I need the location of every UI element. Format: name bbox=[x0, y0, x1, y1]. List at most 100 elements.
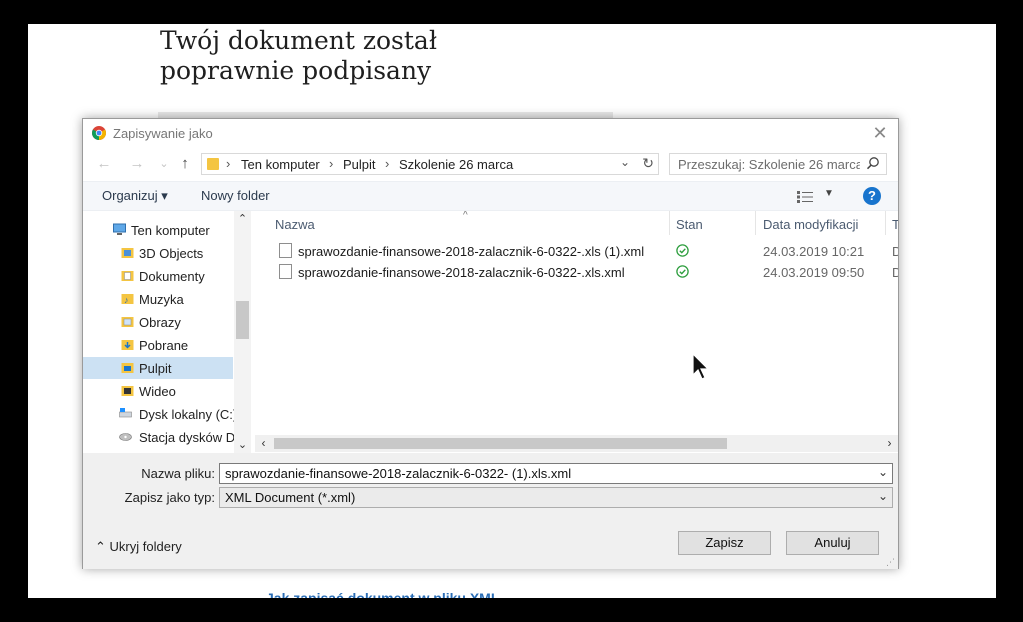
chevron-up-icon: ⌃ bbox=[95, 539, 106, 554]
nav-item-desktop[interactable]: Pulpit bbox=[83, 357, 233, 379]
local-disk-icon bbox=[119, 408, 132, 418]
filetype-label: Zapisz jako typ: bbox=[124, 490, 215, 505]
save-button[interactable]: Zapisz bbox=[678, 531, 771, 555]
hide-folders-label: Ukryj foldery bbox=[109, 539, 182, 554]
nav-item-drive[interactable]: Stacja dysków D bbox=[83, 426, 236, 448]
documents-icon bbox=[121, 271, 134, 281]
file-icon bbox=[279, 243, 292, 258]
navigation-pane-scrollbar[interactable]: ⌃ ⌄ bbox=[234, 211, 251, 453]
search-icon[interactable] bbox=[866, 156, 880, 170]
drive-icon bbox=[119, 433, 132, 441]
svg-text:♪: ♪ bbox=[124, 295, 129, 305]
nav-item-label: Dokumenty bbox=[139, 269, 205, 284]
address-dropdown-chevron-icon[interactable]: ⌄ bbox=[620, 155, 630, 169]
close-icon: ✕ bbox=[872, 123, 888, 143]
nav-item-3d-objects[interactable]: 3D Objects bbox=[83, 242, 233, 264]
dialog-footer: Nazwa pliku: ⌄ Zapisz jako typ: XML Docu… bbox=[83, 453, 898, 569]
file-row[interactable]: sprawozdanie-finansowe-2018-zalacznik-6-… bbox=[271, 262, 898, 282]
scroll-up-icon[interactable]: ⌃ bbox=[234, 211, 251, 227]
filename-label: Nazwa pliku: bbox=[141, 466, 215, 481]
nav-item-music[interactable]: ♪ Muzyka bbox=[83, 288, 233, 310]
nav-item-documents[interactable]: Dokumenty bbox=[83, 265, 233, 287]
video-icon bbox=[121, 386, 134, 396]
nav-item-video[interactable]: Wideo bbox=[83, 380, 233, 402]
mouse-pointer-icon bbox=[692, 353, 710, 380]
sort-ascending-icon: ^ bbox=[463, 211, 468, 221]
nav-item-label: Pulpit bbox=[139, 361, 172, 376]
up-arrow-icon[interactable]: ↑ bbox=[176, 155, 194, 173]
filetype-select[interactable]: XML Document (*.xml) ⌄ bbox=[219, 487, 893, 508]
scroll-down-icon[interactable]: ⌄ bbox=[234, 437, 251, 453]
file-type: D bbox=[892, 244, 898, 259]
scroll-right-icon[interactable]: › bbox=[881, 435, 898, 452]
dialog-title: Zapisywanie jako bbox=[113, 126, 213, 141]
column-divider[interactable] bbox=[885, 211, 886, 235]
recent-locations-chevron-icon[interactable]: ⌄ bbox=[155, 155, 173, 173]
page-heading-line-2: poprawnie podpisany bbox=[160, 56, 432, 85]
save-as-dialog: Zapisywanie jako ✕ ← → ⌄ ↑ › Ten kompute… bbox=[82, 118, 899, 569]
column-header-status[interactable]: Stan bbox=[676, 217, 703, 232]
column-divider[interactable] bbox=[755, 211, 756, 235]
close-button[interactable]: ✕ bbox=[870, 123, 890, 143]
search-box[interactable] bbox=[669, 153, 887, 175]
nav-item-label: Pobrane bbox=[139, 338, 189, 353]
view-options-icon[interactable] bbox=[797, 191, 813, 203]
file-list: ^ Nazwa Stan Data modyfikacji T sprawozd… bbox=[255, 211, 898, 453]
file-name: sprawozdanie-finansowe-2018-zalacznik-6-… bbox=[298, 265, 625, 280]
forward-arrow-icon[interactable]: → bbox=[128, 155, 146, 173]
file-icon bbox=[279, 264, 292, 279]
column-divider[interactable] bbox=[669, 211, 670, 235]
folder-icon bbox=[207, 158, 219, 170]
file-type: D bbox=[892, 265, 898, 280]
column-header-type[interactable]: T bbox=[892, 217, 898, 232]
file-name: sprawozdanie-finansowe-2018-zalacznik-6-… bbox=[298, 244, 645, 259]
nav-item-label: Ten komputer bbox=[131, 223, 210, 238]
new-folder-button[interactable]: Nowy folder bbox=[201, 188, 270, 203]
breadcrumb-desktop[interactable]: Pulpit bbox=[343, 157, 376, 172]
nav-item-local-disk[interactable]: Dysk lokalny (C:) bbox=[83, 403, 237, 425]
dialog-titlebar: Zapisywanie jako ✕ bbox=[83, 119, 898, 147]
back-arrow-icon[interactable]: ← bbox=[95, 155, 113, 173]
navigation-pane: Ten komputer 3D Objects Dokumenty ♪ Muzy… bbox=[83, 211, 251, 453]
nav-item-label: 3D Objects bbox=[139, 246, 204, 261]
breadcrumb-separator-icon: › bbox=[226, 156, 231, 171]
column-header-date-modified[interactable]: Data modyfikacji bbox=[763, 217, 858, 232]
search-input[interactable] bbox=[670, 154, 860, 174]
nav-item-this-pc[interactable]: Ten komputer bbox=[83, 219, 233, 241]
page-heading-line-1: Twój dokument został bbox=[160, 26, 437, 55]
filename-combobox[interactable]: ⌄ bbox=[219, 463, 893, 484]
nav-item-downloads[interactable]: Pobrane bbox=[83, 334, 233, 356]
refresh-icon[interactable]: ↻ bbox=[642, 155, 654, 172]
nav-item-label: Dysk lokalny (C:) bbox=[139, 407, 238, 422]
pictures-icon bbox=[121, 317, 134, 327]
downloads-icon bbox=[121, 340, 134, 350]
navigation-row: ← → ⌄ ↑ › Ten komputer › Pulpit › Szkole… bbox=[83, 151, 898, 177]
nav-item-label: Stacja dysków D bbox=[139, 430, 236, 445]
filetype-dropdown-chevron-icon[interactable]: ⌄ bbox=[878, 489, 888, 503]
scroll-left-icon[interactable]: ‹ bbox=[255, 435, 272, 452]
file-list-horizontal-scrollbar[interactable]: ‹ › bbox=[255, 435, 898, 452]
organize-button[interactable]: Organizuj ▾ bbox=[102, 188, 168, 204]
hide-folders-button[interactable]: ⌃ Ukryj foldery bbox=[95, 539, 182, 555]
address-bar[interactable]: › Ten komputer › Pulpit › Szkolenie 26 m… bbox=[201, 153, 659, 175]
nav-item-pictures[interactable]: Obrazy bbox=[83, 311, 233, 333]
column-header-name[interactable]: Nazwa bbox=[275, 217, 315, 232]
breadcrumb-current-folder[interactable]: Szkolenie 26 marca bbox=[399, 157, 513, 172]
filename-dropdown-chevron-icon[interactable]: ⌄ bbox=[878, 465, 888, 479]
view-dropdown-icon[interactable]: ▼ bbox=[824, 188, 834, 199]
xml-help-link[interactable]: Jak zapisać dokument w pliku XML bbox=[266, 590, 499, 598]
3d-objects-icon bbox=[121, 248, 134, 258]
music-icon: ♪ bbox=[121, 294, 134, 305]
nav-item-label: Obrazy bbox=[139, 315, 181, 330]
filename-input[interactable] bbox=[220, 464, 870, 483]
scrollbar-thumb[interactable] bbox=[274, 438, 727, 449]
nav-item-label: Muzyka bbox=[139, 292, 184, 307]
scrollbar-thumb[interactable] bbox=[236, 301, 249, 339]
help-icon[interactable]: ? bbox=[863, 187, 881, 205]
synced-check-icon bbox=[676, 244, 689, 257]
nav-item-label: Wideo bbox=[139, 384, 176, 399]
resize-grip-icon[interactable]: ⋰ bbox=[886, 557, 896, 567]
cancel-button[interactable]: Anuluj bbox=[786, 531, 879, 555]
file-row[interactable]: sprawozdanie-finansowe-2018-zalacznik-6-… bbox=[271, 241, 898, 261]
breadcrumb-this-pc[interactable]: Ten komputer bbox=[241, 157, 320, 172]
